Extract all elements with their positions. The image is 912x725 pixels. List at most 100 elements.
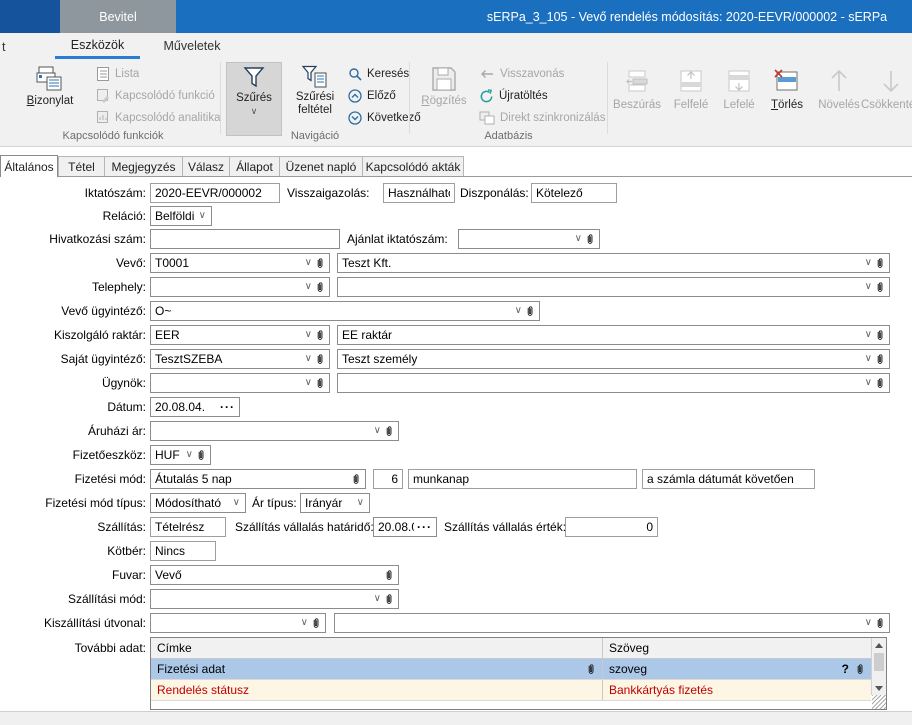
szuresi-feltetel-button[interactable]: Szűrési feltétel [286, 62, 344, 136]
ugynok-name-select[interactable]: ∨ [337, 373, 890, 393]
paperclip-icon[interactable] [315, 328, 325, 342]
vevo-name-select[interactable]: Teszt Kft. ∨ [337, 253, 890, 273]
paperclip-icon[interactable] [196, 448, 206, 462]
ujratoltes-button[interactable]: Újratöltés [479, 86, 548, 106]
bizonylat-button[interactable]: Bizonylat [14, 62, 86, 136]
sajat-ugyintezo-name-select[interactable]: Teszt személy ∨ [337, 349, 890, 369]
direkt-szinkronizalas-button[interactable]: Direkt szinkronizálás [479, 108, 605, 128]
fizetoeszkoz-select[interactable]: HUF ∨ [150, 445, 211, 465]
kiszallitasi-utvonal-name-select[interactable]: ∨ [334, 613, 890, 633]
column-header-szoveg[interactable]: Szöveg [603, 638, 871, 658]
chevron-down-icon[interactable]: ∨ [865, 282, 872, 292]
fuvar-field[interactable]: Vevő [150, 565, 399, 585]
telephely-code-select[interactable]: ∨ [150, 277, 330, 297]
ribbon-tab-eszkozok[interactable]: Eszközök [55, 33, 140, 59]
scroll-down-button[interactable] [872, 681, 886, 695]
paperclip-icon[interactable] [875, 376, 885, 390]
ellipsis-button[interactable]: ··· [220, 400, 235, 414]
chevron-down-icon[interactable]: ∨ [865, 618, 872, 628]
chevron-down-icon[interactable]: ∨ [199, 211, 206, 221]
tab-tetel[interactable]: Tétel [58, 156, 105, 176]
kiszolgalo-raktar-name-select[interactable]: EE raktár ∨ [337, 325, 890, 345]
kapcsolodo-funkcio-button[interactable]: Kapcsolódó funkció [96, 86, 215, 106]
bevitel-tab[interactable]: Bevitel [60, 0, 176, 33]
sajat-ugyintezo-code-select[interactable]: TesztSZEBA ∨ [150, 349, 330, 369]
chevron-down-icon[interactable]: ∨ [357, 498, 364, 508]
paperclip-icon[interactable] [351, 472, 361, 486]
kiszallitasi-utvonal-code-select[interactable]: ∨ [150, 613, 326, 633]
tab-megjegyzes[interactable]: Megjegyzés [104, 156, 183, 176]
column-header-cimke[interactable]: Címke [151, 638, 603, 658]
paperclip-icon[interactable] [315, 352, 325, 366]
scrollbar-thumb[interactable] [874, 653, 884, 671]
chevron-down-icon[interactable]: ∨ [865, 330, 872, 340]
paperclip-icon[interactable] [586, 662, 596, 676]
ajanlat-iktatoszam-select[interactable]: ∨ [458, 229, 600, 249]
ar-tipus-select[interactable]: Irányár ∨ [300, 493, 370, 513]
csokkentes-button[interactable]: Csökkentés [866, 62, 912, 136]
chevron-down-icon[interactable]: ∨ [305, 378, 312, 388]
datum-field[interactable]: 20.08.04. ··· [150, 397, 240, 417]
visszavonas-button[interactable]: Visszavonás [479, 64, 564, 84]
paperclip-icon[interactable] [525, 304, 535, 318]
chevron-down-icon[interactable]: ∨ [374, 594, 381, 604]
rogzites-button[interactable]: Rögzítés [415, 62, 473, 136]
tab-altalanos[interactable]: Általános [0, 155, 58, 177]
tab-uzenet-naplo[interactable]: Üzenet napló [279, 156, 363, 176]
paperclip-icon[interactable] [875, 256, 885, 270]
paperclip-icon[interactable] [875, 280, 885, 294]
paperclip-icon[interactable] [855, 662, 865, 676]
chevron-down-icon[interactable]: ∨ [305, 354, 312, 364]
chevron-down-icon[interactable]: ∨ [865, 258, 872, 268]
paperclip-icon[interactable] [384, 568, 394, 582]
vevo-ugyintezo-select[interactable]: O~ ∨ [150, 301, 540, 321]
paperclip-icon[interactable] [311, 616, 321, 630]
szures-button[interactable]: Szűrés ∨ [226, 62, 282, 136]
ellipsis-button[interactable]: ··· [417, 520, 432, 534]
chevron-down-icon[interactable]: ∨ [575, 234, 582, 244]
lista-button[interactable]: Lista [96, 64, 139, 84]
ugynok-code-select[interactable]: ∨ [150, 373, 330, 393]
szallitasi-mod-select[interactable]: ∨ [150, 589, 399, 609]
paperclip-icon[interactable] [875, 616, 885, 630]
telephely-name-select[interactable]: ∨ [337, 277, 890, 297]
torles-button[interactable]: Törlés [762, 62, 812, 136]
paperclip-icon[interactable] [384, 592, 394, 606]
table-scrollbar[interactable] [871, 638, 886, 695]
paperclip-icon[interactable] [585, 232, 595, 246]
paperclip-icon[interactable] [384, 424, 394, 438]
fizetesi-mod-field[interactable]: Átutalás 5 nap [150, 469, 366, 489]
chevron-down-icon[interactable]: ∨ [865, 378, 872, 388]
kapcsolodo-analitika-button[interactable]: Kapcsolódó analitika [96, 108, 221, 128]
paperclip-icon[interactable] [315, 256, 325, 270]
elozo-button[interactable]: Előző [348, 86, 396, 106]
noveles-button[interactable]: Növelés [814, 62, 864, 136]
kiszolgalo-raktar-code-select[interactable]: EER ∨ [150, 325, 330, 345]
lefele-button[interactable]: Lefelé [714, 62, 764, 136]
chevron-down-icon[interactable]: ∨ [374, 426, 381, 436]
hivatkozasi-szam-input[interactable] [150, 229, 340, 249]
tab-allapot[interactable]: Állapot [229, 156, 280, 176]
tab-valasz[interactable]: Válasz [182, 156, 230, 176]
chevron-down-icon[interactable]: ∨ [515, 306, 522, 316]
scroll-up-button[interactable] [872, 638, 886, 652]
ribbon-tab-muveletek[interactable]: Műveletek [148, 33, 236, 59]
chevron-down-icon[interactable]: ∨ [301, 618, 308, 628]
table-row-selected[interactable]: Fizetési adat szoveg ? [151, 659, 871, 680]
tab-kapcsolodo-aktak[interactable]: Kapcsolódó akták [362, 156, 464, 176]
vevo-code-select[interactable]: T0001 ∨ [150, 253, 330, 273]
relacio-select[interactable]: Belföldi ∨ [150, 206, 212, 226]
kereses-button[interactable]: Keresés [348, 64, 409, 84]
paperclip-icon[interactable] [875, 328, 885, 342]
beszuras-button[interactable]: Beszúrás [612, 62, 662, 136]
chevron-down-icon[interactable]: ∨ [233, 498, 240, 508]
aruhazi-ar-select[interactable]: ∨ [150, 421, 399, 441]
chevron-down-icon[interactable]: ∨ [186, 450, 193, 460]
chevron-down-icon[interactable]: ∨ [305, 258, 312, 268]
chevron-down-icon[interactable]: ∨ [305, 330, 312, 340]
fizetesi-mod-tipus-select[interactable]: Módosítható ∨ [150, 493, 246, 513]
table-row-warning[interactable]: Rendelés státusz Bankkártyás fizetés [151, 680, 871, 701]
paperclip-icon[interactable] [875, 352, 885, 366]
szallitas-vallalas-hatarido-field[interactable]: 20.08.05. ··· [373, 517, 437, 537]
resize-grip-icon[interactable] [872, 695, 886, 709]
